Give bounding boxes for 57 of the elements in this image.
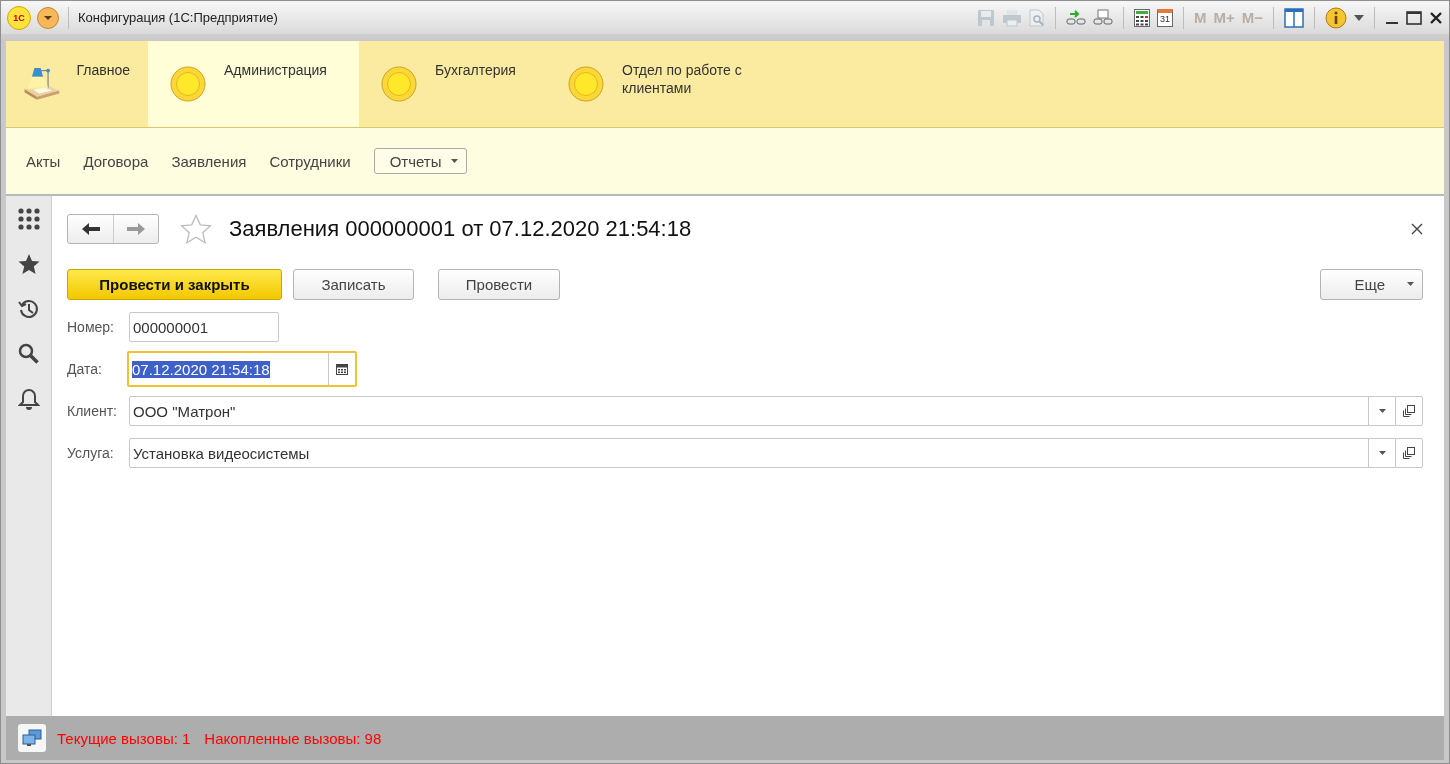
app-logo[interactable]: 1С: [7, 5, 31, 30]
search-icon[interactable]: [17, 343, 40, 365]
caret-icon[interactable]: [450, 159, 458, 163]
section-circle-icon: [381, 66, 417, 102]
window-title: Конфигурация (1С:Предприятие): [78, 10, 278, 25]
field-label: Клиент:: [67, 403, 118, 419]
reference-field[interactable]: ООО "Матрон": [129, 396, 1423, 426]
open-window-icon[interactable]: [1403, 447, 1415, 459]
section-tab[interactable]: Отдел по работе с клиентами: [550, 41, 790, 127]
calendar-icon[interactable]: 31: [1156, 8, 1173, 27]
section-tab[interactable]: Главное: [6, 41, 148, 127]
star-icon[interactable]: [17, 253, 40, 275]
bell-icon[interactable]: [17, 388, 40, 410]
calculator-icon[interactable]: [1133, 8, 1150, 27]
nav-link[interactable]: Сотрудники: [269, 152, 351, 170]
close-icon[interactable]: [1411, 223, 1423, 235]
status-text: Накопленные вызовы: 98: [204, 729, 382, 747]
caret-icon[interactable]: [1354, 14, 1364, 21]
nav-link[interactable]: Заявления: [171, 152, 247, 170]
arrow-left-icon[interactable]: [81, 223, 100, 235]
post-and-close-button[interactable]: Провести и закрыть: [67, 268, 282, 300]
caret-icon[interactable]: [43, 14, 53, 21]
apps-grid-icon[interactable]: [17, 208, 40, 230]
history-icon[interactable]: [17, 298, 40, 320]
nav-link[interactable]: Договора: [83, 152, 149, 170]
status-text: Текущие вызовы: 1: [57, 729, 191, 747]
link-arrow-icon[interactable]: [1065, 8, 1086, 27]
section-tab[interactable]: Администрация: [148, 41, 359, 127]
field-label: Дата:: [67, 361, 103, 377]
arrow-right-icon[interactable]: [127, 223, 145, 235]
more-button[interactable]: Еще: [1320, 268, 1423, 300]
computers-icon[interactable]: [18, 724, 46, 752]
reference-field[interactable]: Установка видеосистемы: [129, 438, 1423, 468]
info-icon[interactable]: [1325, 6, 1347, 29]
reports-dropdown[interactable]: Отчеты: [373, 148, 467, 174]
number-field[interactable]: 000000001: [129, 312, 279, 342]
field-label: Номер:: [67, 319, 115, 335]
field-label: Услуга:: [67, 445, 115, 461]
nav-link[interactable]: Акты: [26, 152, 61, 170]
calendar-icon[interactable]: [336, 363, 348, 375]
date-field[interactable]: 07.12.2020 21:54:18: [127, 351, 357, 387]
caret-icon[interactable]: [1407, 282, 1414, 286]
section-circle-icon: [568, 66, 604, 102]
panel-layout-icon[interactable]: [1284, 7, 1304, 28]
link-document-icon[interactable]: [1092, 8, 1113, 27]
command-button[interactable]: Записать: [293, 268, 414, 300]
favorite-star-icon[interactable]: [180, 214, 212, 244]
main-menu-button[interactable]: [37, 6, 59, 29]
section-circle-icon: [170, 66, 206, 102]
open-window-icon[interactable]: [1403, 405, 1415, 417]
command-button[interactable]: Провести: [438, 268, 560, 300]
caret-icon[interactable]: [1378, 451, 1386, 455]
caret-icon[interactable]: [1378, 409, 1386, 413]
maximize-icon[interactable]: [1406, 10, 1422, 25]
close-icon[interactable]: [1429, 10, 1443, 25]
form-title: Заявления 000000001 от 07.12.2020 21:54:18: [229, 216, 692, 242]
section-tab[interactable]: Бухгалтерия: [359, 41, 550, 127]
